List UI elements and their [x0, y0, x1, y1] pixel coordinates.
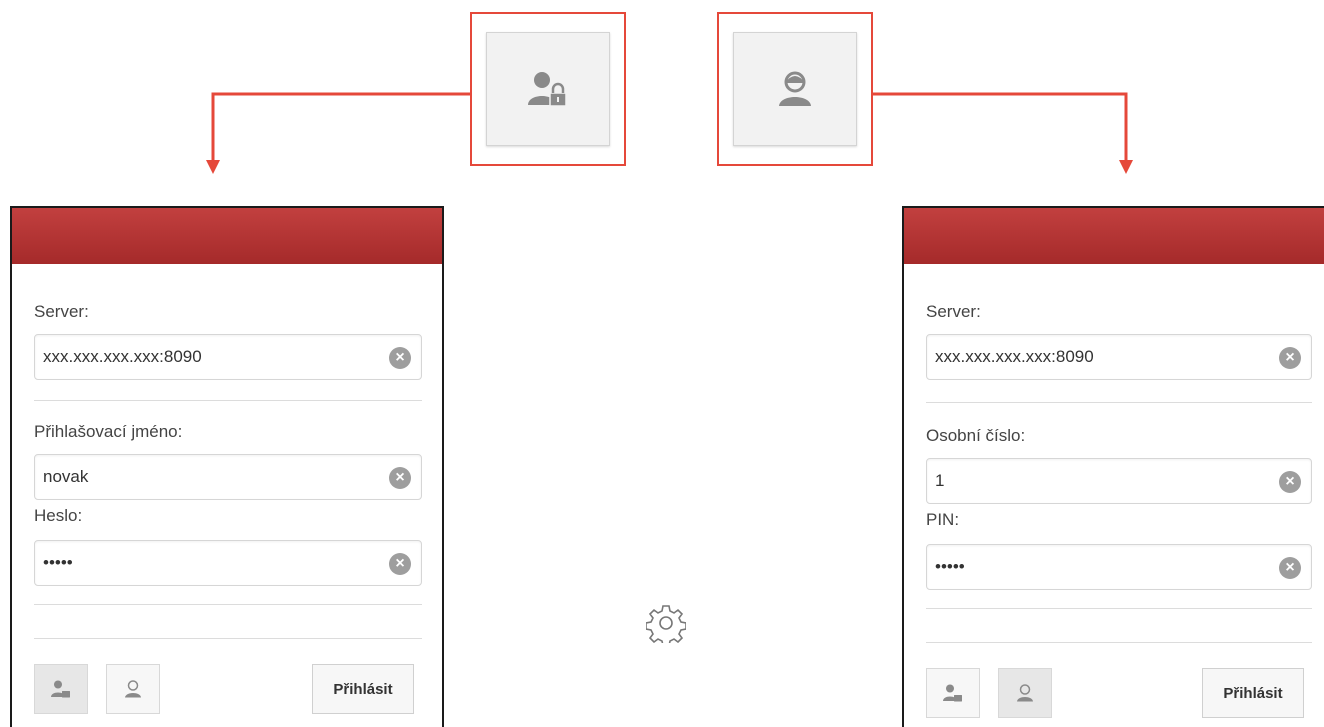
clear-icon[interactable]: ×: [389, 347, 411, 369]
personal-number-label: Osobní číslo:: [926, 426, 1026, 445]
divider: [34, 604, 422, 605]
gear-icon[interactable]: [646, 603, 686, 643]
server-label: Server:: [926, 302, 981, 321]
personal-number-value: 1: [935, 471, 945, 490]
user-lock-mode-small-button[interactable]: [34, 664, 88, 714]
server-value: xxx.xxx.xxx.xxx:8090: [935, 347, 1094, 366]
divider: [926, 402, 1312, 403]
clear-icon[interactable]: ×: [389, 467, 411, 489]
server-value: xxx.xxx.xxx.xxx:8090: [43, 347, 202, 366]
server-label: Server:: [34, 302, 89, 321]
password-input[interactable]: ••••• ×: [34, 540, 422, 586]
clear-icon[interactable]: ×: [1279, 347, 1301, 369]
employee-login-panel: Server: xxx.xxx.xxx.xxx:8090 × Přihlašov…: [10, 206, 444, 727]
pin-login-panel: Server: xxx.xxx.xxx.xxx:8090 × Osobní čí…: [902, 206, 1324, 727]
username-value: novak: [43, 467, 89, 486]
user-icon: [1017, 684, 1033, 702]
user-lock-icon: [943, 684, 962, 702]
divider: [34, 638, 422, 639]
clear-icon[interactable]: ×: [1279, 557, 1301, 579]
user-icon: [125, 680, 141, 698]
panel-header: [12, 208, 442, 264]
user-mode-small-button[interactable]: [106, 664, 160, 714]
pin-label: PIN:: [926, 510, 960, 529]
login-button[interactable]: Přihlásit: [312, 664, 414, 714]
server-input[interactable]: xxx.xxx.xxx.xxx:8090 ×: [34, 334, 422, 380]
user-lock-icon: [51, 680, 70, 698]
login-button[interactable]: Přihlásit: [1202, 668, 1304, 718]
personal-number-input[interactable]: 1 ×: [926, 458, 1312, 504]
username-input[interactable]: novak ×: [34, 454, 422, 500]
password-value: •••••: [43, 553, 73, 572]
divider: [926, 608, 1312, 609]
user-mode-small-button[interactable]: [998, 668, 1052, 718]
user-lock-mode-small-button[interactable]: [926, 668, 980, 718]
password-label: Heslo:: [34, 506, 83, 525]
divider: [926, 642, 1312, 643]
divider: [34, 400, 422, 401]
pin-input[interactable]: ••••• ×: [926, 544, 1312, 590]
clear-icon[interactable]: ×: [1279, 471, 1301, 493]
panel-header: [904, 208, 1324, 264]
username-label: Přihlašovací jméno:: [34, 422, 183, 441]
pin-value: •••••: [935, 557, 965, 576]
server-input[interactable]: xxx.xxx.xxx.xxx:8090 ×: [926, 334, 1312, 380]
clear-icon[interactable]: ×: [389, 553, 411, 575]
